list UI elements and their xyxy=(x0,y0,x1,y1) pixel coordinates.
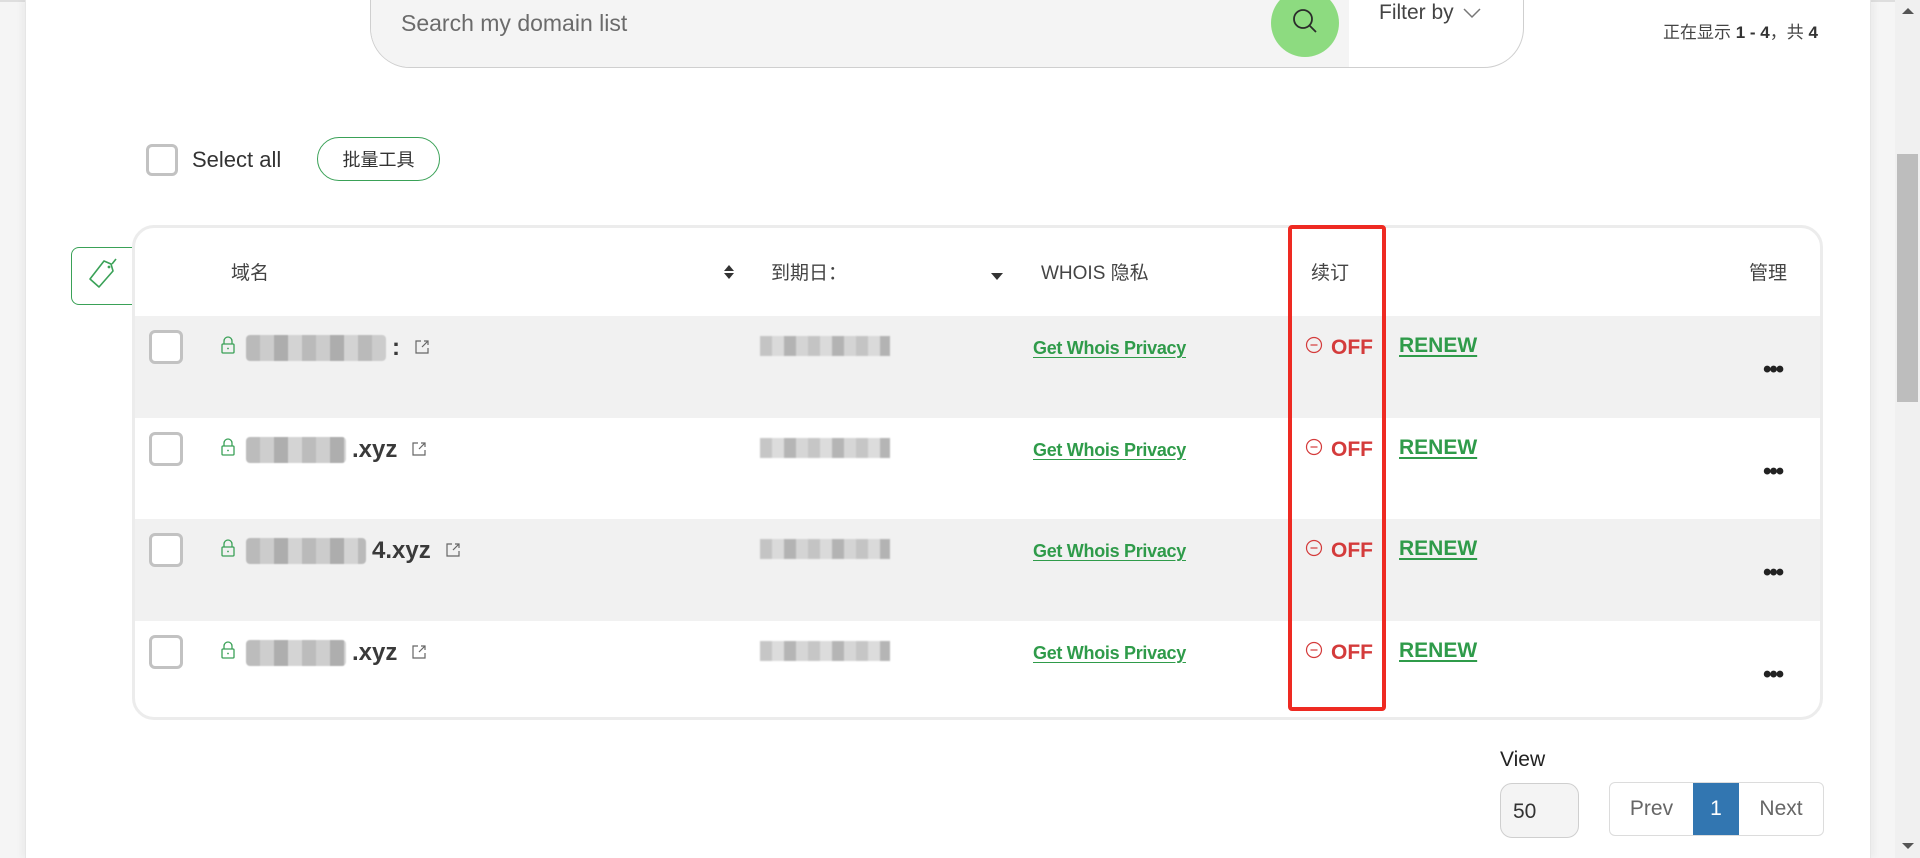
redacted-expiry-date xyxy=(760,539,890,559)
auto-renew-label: OFF xyxy=(1331,336,1373,359)
table-row: .xyz Get Whois Privacy OFF RENEW ••• xyxy=(135,621,1820,718)
redacted-domain xyxy=(246,335,386,361)
more-options-icon[interactable]: ••• xyxy=(1763,559,1784,587)
auto-renew-label: OFF xyxy=(1331,437,1373,461)
table-row: 4.xyz Get Whois Privacy OFF RENEW ••• xyxy=(135,519,1820,621)
domain-name-link[interactable]: 4.xyz xyxy=(246,537,461,565)
results-prefix: 正在显示 xyxy=(1663,23,1731,42)
results-total: 4 xyxy=(1808,23,1818,42)
stage: Filter by 正在显示 1 - 4，共 4 Select all 批量工具… xyxy=(0,0,1920,858)
domain-name-link[interactable]: : xyxy=(246,334,430,362)
tag-icon xyxy=(86,256,122,297)
chevron-down-icon xyxy=(1462,1,1482,25)
bulk-tools-button[interactable]: 批量工具 xyxy=(317,137,440,181)
auto-renew-label: OFF xyxy=(1331,539,1373,562)
scrollbar-thumb[interactable] xyxy=(1897,154,1918,402)
search-button[interactable] xyxy=(1271,0,1339,57)
results-range: 1 - 4 xyxy=(1735,23,1770,42)
results-separator: ，共 xyxy=(1769,23,1804,42)
domain-name-link[interactable]: .xyz xyxy=(246,639,427,667)
auto-renew-status[interactable]: OFF xyxy=(1305,641,1373,665)
redacted-domain xyxy=(246,538,366,564)
domain-table: 域名 到期日： WHOIS 隐私 续订 管理 : Get Whois Priva… xyxy=(132,225,1823,720)
lock-icon xyxy=(221,539,235,562)
redacted-domain xyxy=(246,639,346,666)
get-whois-privacy-link[interactable]: Get Whois Privacy xyxy=(1033,440,1186,461)
search-bar: Filter by xyxy=(370,0,1524,68)
renew-link[interactable]: RENEW xyxy=(1399,436,1477,460)
lock-icon xyxy=(221,437,235,461)
more-options-icon[interactable]: ••• xyxy=(1763,458,1784,486)
table-header: 域名 到期日： WHOIS 隐私 续订 管理 xyxy=(135,228,1820,316)
external-link-icon[interactable] xyxy=(411,436,427,464)
external-link-icon[interactable] xyxy=(414,334,430,362)
auto-renew-status[interactable]: OFF xyxy=(1305,539,1373,563)
next-page-button[interactable]: Next xyxy=(1739,783,1823,835)
scrollbar[interactable] xyxy=(1895,0,1920,858)
more-options-icon[interactable]: ••• xyxy=(1763,661,1784,689)
pagination: Prev 1 Next xyxy=(1609,782,1824,836)
select-all-checkbox[interactable] xyxy=(146,144,178,176)
get-whois-privacy-link[interactable]: Get Whois Privacy xyxy=(1033,643,1186,664)
redacted-expiry-date xyxy=(760,437,890,458)
results-summary: 正在显示 1 - 4，共 4 xyxy=(1663,18,1818,43)
column-header-manage: 管理 xyxy=(1749,263,1788,284)
row-checkbox[interactable] xyxy=(149,431,183,466)
sort-down-icon[interactable] xyxy=(991,268,1003,286)
sort-both-icon[interactable] xyxy=(723,264,735,285)
redacted-domain xyxy=(246,436,346,463)
renew-link[interactable]: RENEW xyxy=(1399,334,1477,358)
table-row: : Get Whois Privacy OFF RENEW ••• xyxy=(135,316,1820,418)
get-whois-privacy-link[interactable]: Get Whois Privacy xyxy=(1033,541,1186,562)
view-label: View xyxy=(1500,748,1546,771)
auto-renew-label: OFF xyxy=(1331,640,1373,664)
minus-circle-icon xyxy=(1305,336,1323,360)
search-input[interactable] xyxy=(401,5,1281,41)
prev-page-button[interactable]: Prev xyxy=(1610,783,1693,835)
domain-name-link[interactable]: .xyz xyxy=(246,436,427,464)
lock-icon xyxy=(221,640,235,664)
column-header-domain[interactable]: 域名 xyxy=(231,258,269,285)
page-1-button[interactable]: 1 xyxy=(1693,783,1739,835)
row-checkbox[interactable] xyxy=(149,533,183,567)
renew-link[interactable]: RENEW xyxy=(1399,639,1477,663)
more-options-icon[interactable]: ••• xyxy=(1763,356,1784,384)
row-checkbox[interactable] xyxy=(149,634,183,669)
get-whois-privacy-link[interactable]: Get Whois Privacy xyxy=(1033,338,1186,359)
redacted-expiry-date xyxy=(760,336,890,356)
table-row: .xyz Get Whois Privacy OFF RENEW ••• xyxy=(135,418,1820,520)
filter-label: Filter by xyxy=(1379,1,1454,24)
domain-suffix: 4.xyz xyxy=(372,537,431,564)
page-size-select[interactable]: 50 xyxy=(1500,783,1579,838)
column-header-whois: WHOIS 隐私 xyxy=(1041,263,1149,284)
renew-link[interactable]: RENEW xyxy=(1399,537,1477,561)
redacted-expiry-date xyxy=(760,640,890,661)
row-checkbox[interactable] xyxy=(149,330,183,364)
minus-circle-icon xyxy=(1305,539,1323,563)
auto-renew-status[interactable]: OFF xyxy=(1305,336,1373,360)
scroll-up-icon[interactable] xyxy=(1902,8,1914,14)
lock-icon xyxy=(221,336,235,359)
auto-renew-status[interactable]: OFF xyxy=(1305,438,1373,462)
domain-suffix: .xyz xyxy=(352,638,398,666)
external-link-icon[interactable] xyxy=(445,537,461,565)
column-header-renew: 续订 xyxy=(1311,263,1350,284)
column-header-expiry[interactable]: 到期日： xyxy=(771,258,847,285)
select-all-label: Select all xyxy=(192,147,282,172)
minus-circle-icon xyxy=(1305,641,1323,665)
external-link-icon[interactable] xyxy=(411,639,427,667)
filter-dropdown[interactable]: Filter by xyxy=(1379,1,1482,25)
domain-suffix: .xyz xyxy=(352,435,398,463)
select-all[interactable]: Select all xyxy=(146,144,281,176)
search-field-container xyxy=(371,0,1349,67)
minus-circle-icon xyxy=(1305,438,1323,462)
tag-button[interactable] xyxy=(71,247,135,305)
scroll-down-icon[interactable] xyxy=(1902,843,1914,849)
domain-suffix: : xyxy=(392,334,400,361)
search-icon xyxy=(1291,7,1319,40)
